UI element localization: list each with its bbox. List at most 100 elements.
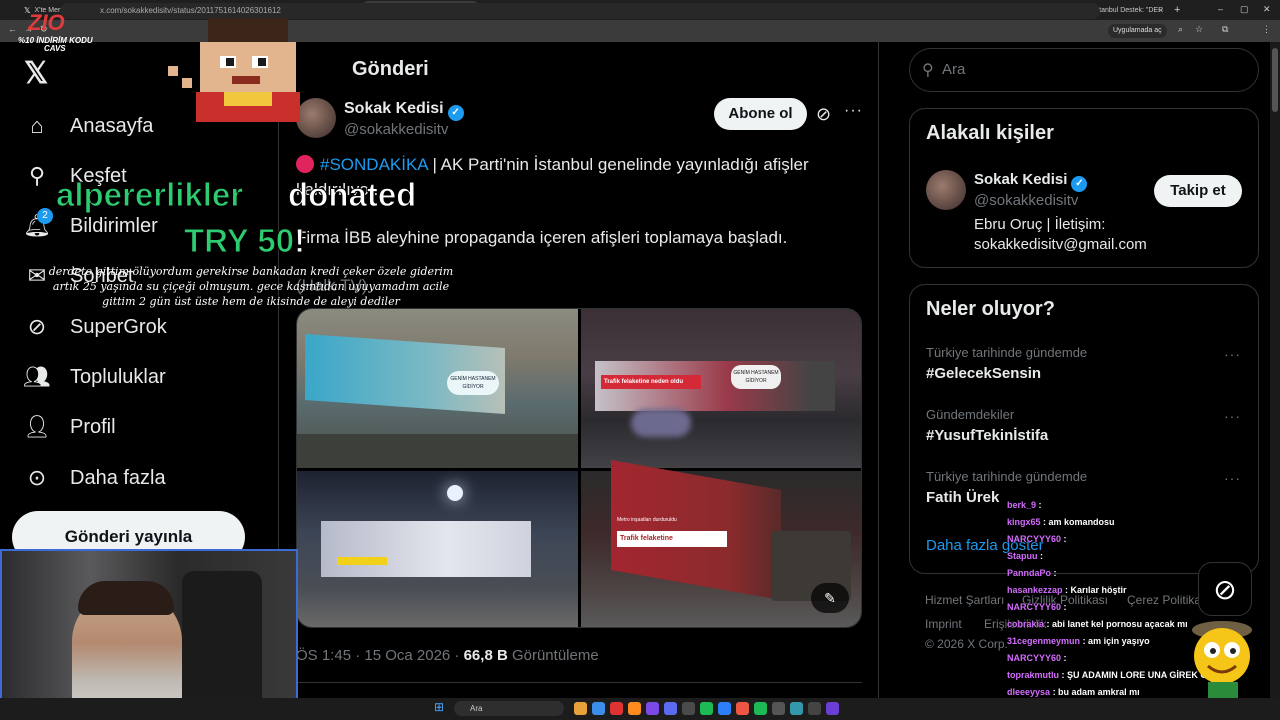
related-name[interactable]: Sokak Kedisi ✓	[974, 171, 1088, 192]
app-icon[interactable]	[682, 702, 695, 715]
app-icon[interactable]	[718, 702, 731, 715]
maximize-icon[interactable]: ▢	[1240, 4, 1249, 15]
streamer-logo: ZIO	[28, 10, 65, 35]
author-handle[interactable]: @sokakkedisitv	[344, 121, 448, 138]
grok-icon[interactable]: ⊘	[816, 104, 831, 125]
author-name[interactable]: Sokak Kedisi ✓	[344, 100, 464, 121]
footer-link[interactable]: Imprint	[925, 617, 962, 631]
nav-label: Anasayfa	[70, 114, 154, 137]
trend-item[interactable]: #GelecekSensin	[926, 365, 1041, 382]
discord-icon[interactable]	[664, 702, 677, 715]
chat-message: kingx65 : am komandosu	[1007, 517, 1115, 527]
chat-text: :	[1040, 551, 1044, 561]
author-name-text: Sokak Kedisi	[344, 100, 444, 117]
billboard-stripe	[337, 557, 387, 565]
chat-text: :	[1053, 568, 1057, 578]
billboard-text: Metro inşaatları durduruldu	[617, 517, 677, 523]
nav-more[interactable]: ⊙ Daha fazla	[24, 458, 166, 498]
hashtag-link[interactable]: #SONDAKİKA	[320, 155, 428, 174]
amount-value: TRY 50	[183, 222, 295, 260]
windows-start-icon[interactable]: ⊞	[434, 700, 444, 714]
footer-link[interactable]: Hizmet Şartları	[925, 593, 1004, 607]
search-placeholder: Ara	[942, 61, 966, 78]
trend-context: Türkiye tarihinde gündemde	[926, 469, 1088, 484]
scrollbar-thumb[interactable]	[1272, 48, 1278, 112]
app-icon[interactable]	[736, 702, 749, 715]
nav-label: SuperGrok	[70, 315, 167, 338]
chat-username: NARCYYY60	[1007, 534, 1062, 544]
minimize-icon[interactable]: –	[1218, 4, 1223, 14]
related-avatar[interactable]	[926, 170, 966, 210]
app-icon[interactable]	[610, 702, 623, 715]
nav-profile[interactable]: 👤︎ Profil	[23, 407, 116, 447]
chat-message: NARCYYY60 :	[1007, 653, 1067, 663]
nav-label: Bildirimler	[70, 214, 158, 237]
nav-home[interactable]: ⌂ Anasayfa	[24, 106, 153, 146]
chat-message: PanndaPo :	[1007, 568, 1057, 578]
chat-message: NARCYYY60 :	[1007, 534, 1067, 544]
amount-exclaim: !	[294, 222, 306, 260]
more-options-icon[interactable]: ···	[844, 102, 863, 120]
new-tab-button[interactable]: +	[1174, 4, 1180, 16]
app-icon[interactable]	[772, 702, 785, 715]
chat-message: hasankezzap : Karılar höştir	[1007, 585, 1127, 595]
chrome-icon[interactable]	[592, 702, 605, 715]
chat-message: dleeeyysa : bu adam amkral mı	[1007, 687, 1140, 697]
scrollbar-track[interactable]	[1270, 42, 1280, 720]
follow-button[interactable]: Takip et	[1154, 175, 1242, 207]
trend-more-icon[interactable]: ···	[1224, 346, 1241, 362]
nav-supergrok[interactable]: ⊘ SuperGrok	[24, 307, 167, 347]
related-name-text: Sokak Kedisi	[974, 171, 1068, 188]
grok-floating-icon[interactable]: ⊘	[1198, 562, 1252, 616]
donor-name: alpererlikler	[55, 176, 244, 214]
subscribe-button[interactable]: Abone ol	[714, 98, 807, 130]
tweet-photo[interactable]	[297, 471, 578, 627]
close-window-icon[interactable]: ✕	[1263, 4, 1271, 15]
related-handle[interactable]: @sokakkedisitv	[974, 192, 1078, 209]
trend-item[interactable]: Fatih Ürek	[926, 489, 999, 506]
donated-label: donated	[287, 176, 417, 214]
discount-code: CAVS	[44, 44, 66, 53]
app-icon[interactable]	[790, 702, 803, 715]
nav-communities[interactable]: 👥︎ Topluluklar	[23, 357, 166, 397]
chat-username: kingx65	[1007, 517, 1041, 527]
app-icon[interactable]	[808, 702, 821, 715]
app-icon[interactable]	[646, 702, 659, 715]
tweet-text: Firma İBB aleyhine propaganda içeren afi…	[296, 228, 788, 247]
zoom-icon[interactable]: ⌕	[1178, 24, 1183, 35]
x-logo-icon[interactable]: 𝕏	[24, 56, 48, 91]
trend-context: Gündemdekiler	[926, 407, 1015, 422]
tweet-photo[interactable]: GENİM HASTANEM GİDİYOR	[297, 309, 578, 468]
tweet-time[interactable]: ÖS 1:45 · 15 Oca 2026 ·	[296, 647, 464, 664]
chat-text: : bu adam amkral mı	[1052, 687, 1140, 697]
red-circle-icon	[296, 155, 314, 173]
column-divider	[878, 42, 879, 720]
related-people-title: Alakalı kişiler	[926, 122, 1054, 144]
browser-menu-icon[interactable]: ⋮	[1262, 24, 1271, 35]
image-edit-icon[interactable]: ✎	[811, 583, 849, 613]
trend-more-icon[interactable]: ···	[1224, 470, 1241, 486]
app-icon[interactable]	[754, 702, 767, 715]
tweet-media-grid: GENİM HASTANEM GİDİYOR Trafik felaketine…	[296, 308, 862, 628]
trend-more-icon[interactable]: ···	[1224, 408, 1241, 424]
url-field[interactable]: x.com/sokakkedisitv/status/2011751614026…	[60, 3, 1100, 19]
taskbar-search[interactable]: Ara	[454, 701, 564, 716]
more-circle-icon: ⊙	[27, 465, 47, 490]
chat-username: dleeeyysa	[1007, 687, 1051, 697]
close-tab-icon[interactable]: ×	[1158, 6, 1163, 15]
street-light	[447, 485, 463, 501]
open-in-app-pill[interactable]: Uygulamada aç	[1108, 24, 1167, 38]
trend-item[interactable]: #YusufTekinİstifa	[926, 427, 1048, 444]
file-explorer-icon[interactable]	[574, 702, 587, 715]
app-icon[interactable]	[628, 702, 641, 715]
back-icon[interactable]: ←	[8, 24, 17, 34]
chat-message: NARCYYY60 :	[1007, 602, 1067, 612]
bookmark-star-icon[interactable]: ☆	[1195, 24, 1203, 35]
webcam-feed	[0, 549, 298, 720]
app-icon[interactable]	[826, 702, 839, 715]
extensions-icon[interactable]: ⧉	[1222, 24, 1228, 35]
chat-text: : am için yaşıyo	[1082, 636, 1150, 646]
tweet-photo[interactable]: Trafik felaketine neden oldu GENİM HASTA…	[581, 309, 861, 468]
spotify-icon[interactable]	[700, 702, 713, 715]
chat-username: toprakmutlu	[1007, 670, 1060, 680]
